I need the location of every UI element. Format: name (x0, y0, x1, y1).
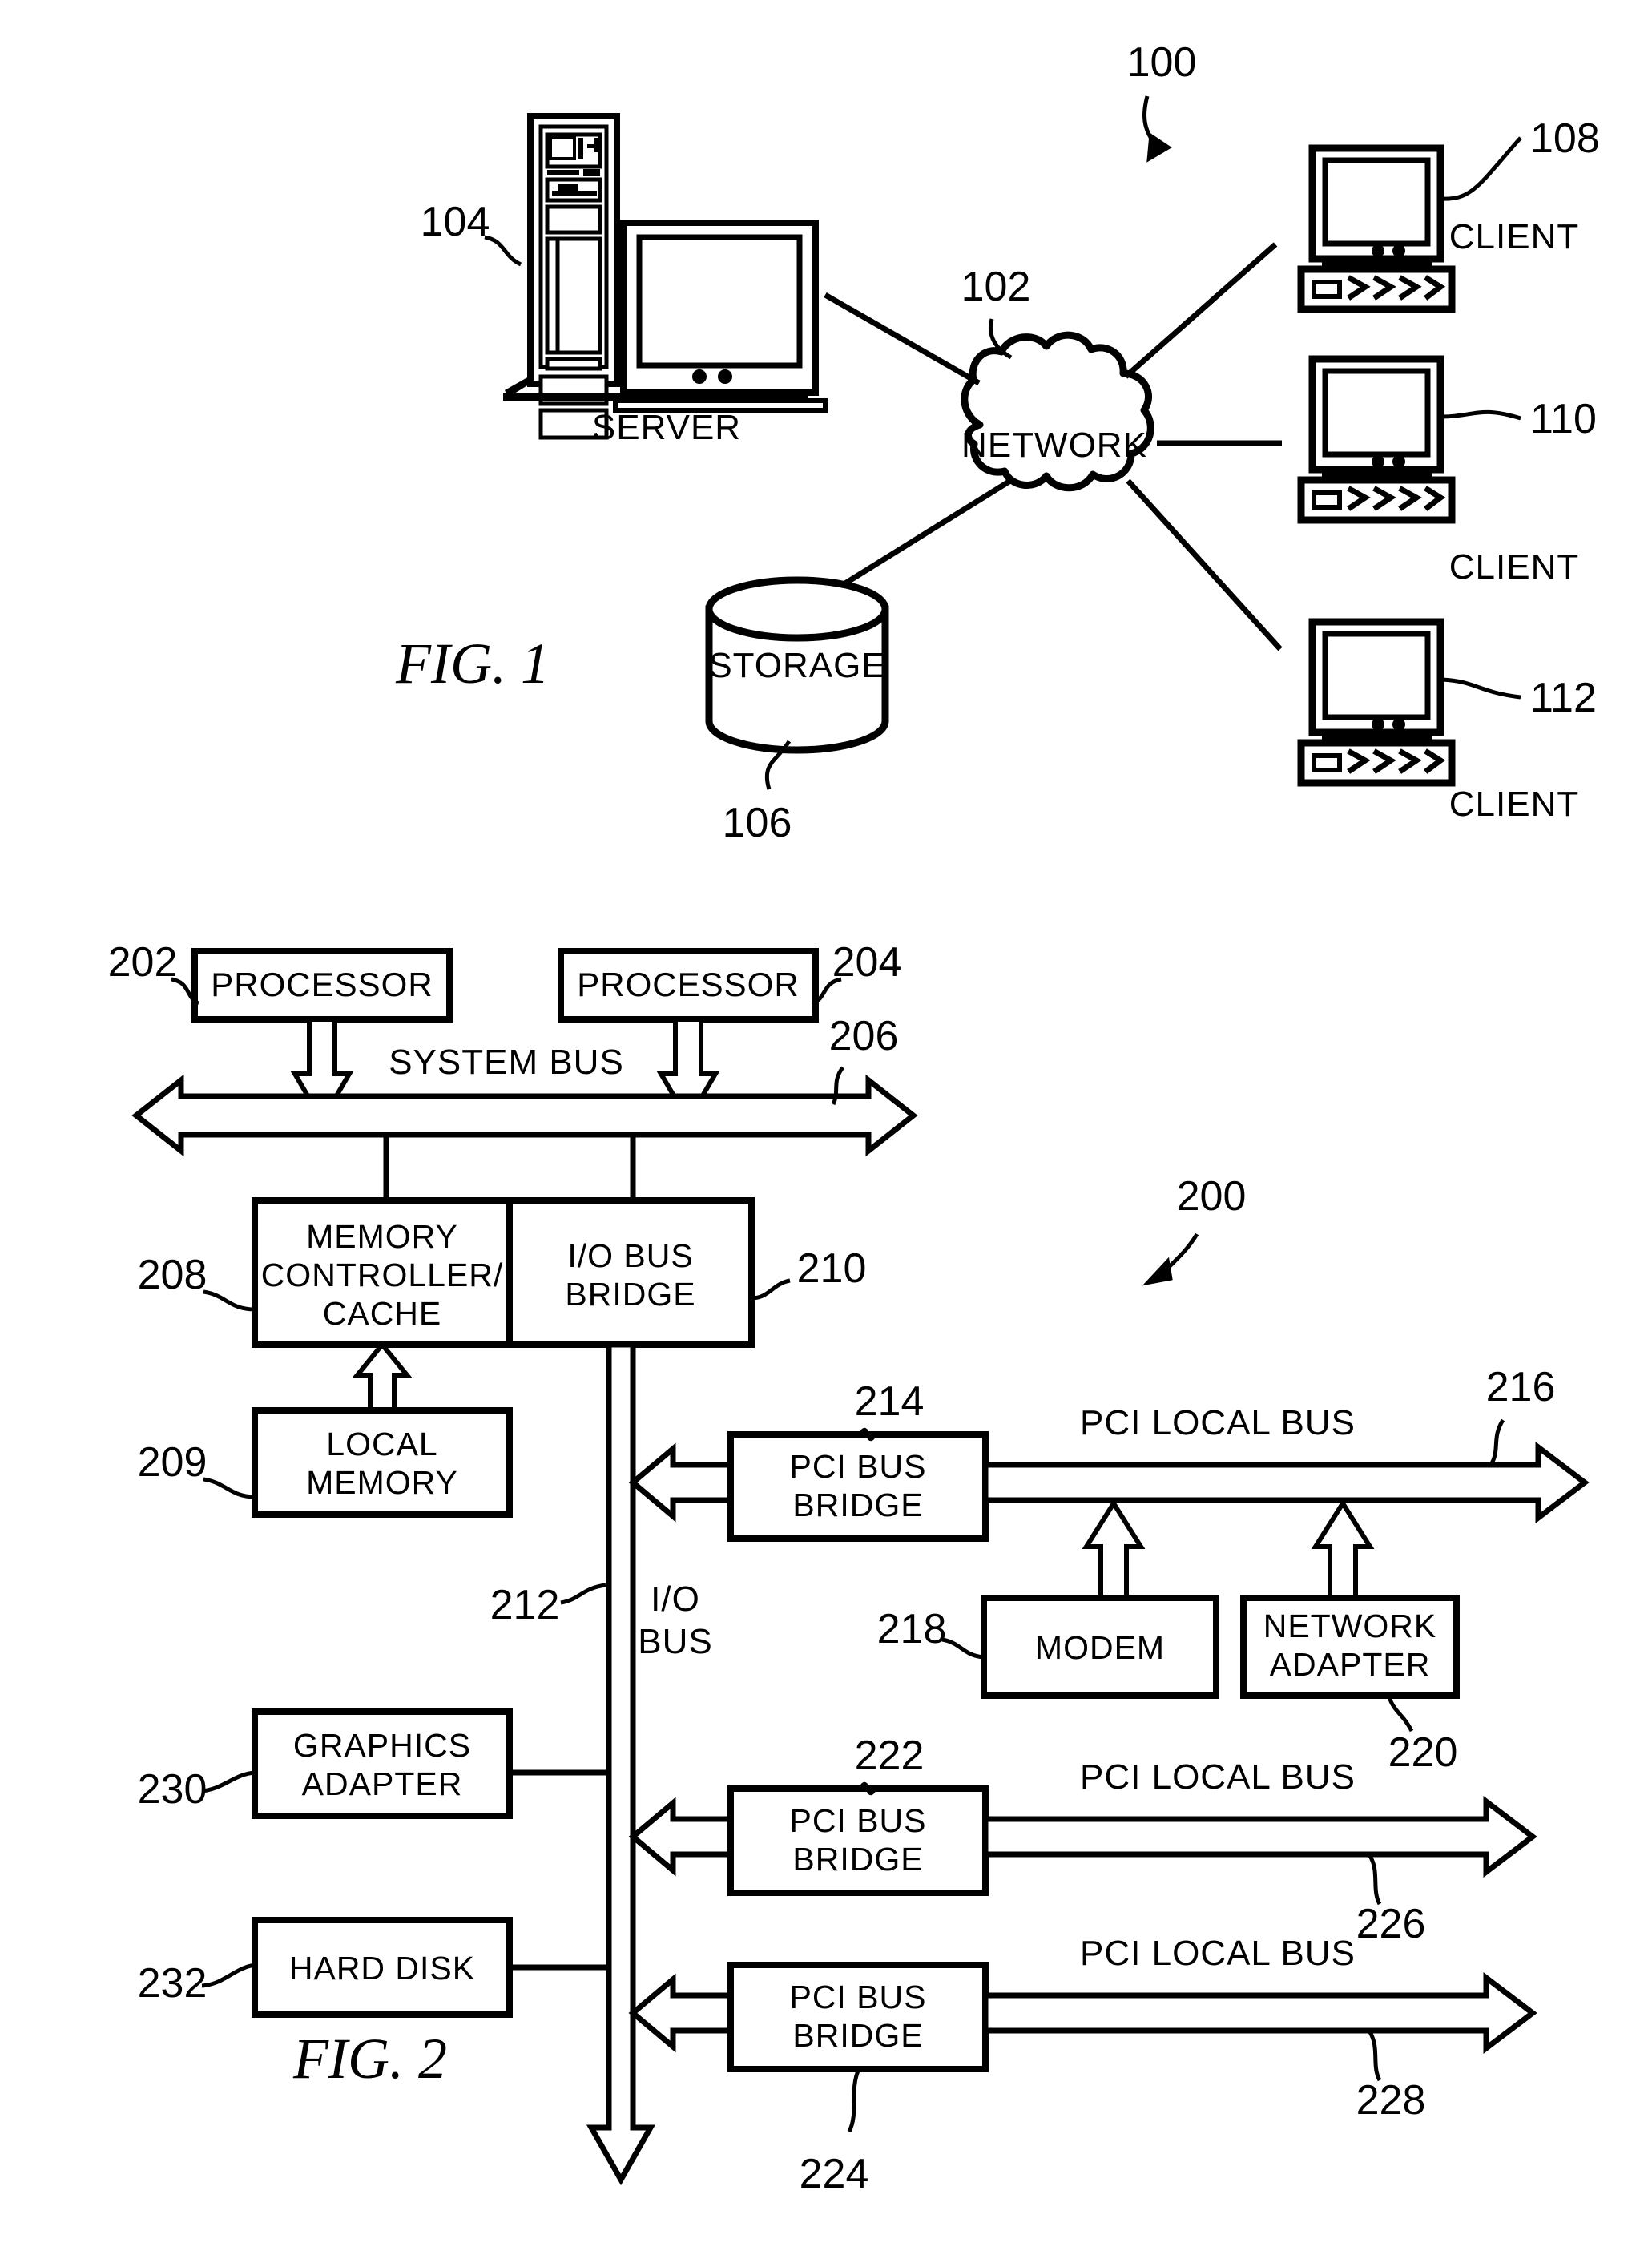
client-110-caption: CLIENT (1449, 547, 1579, 587)
pci-local-bus-216-label: PCI LOCAL BUS (1080, 1403, 1356, 1442)
pci-bridge-222-ref: 222 (855, 1733, 925, 1779)
memory-controller-line2: CONTROLLER/ (261, 1257, 504, 1293)
io-bus-ref: 212 (490, 1582, 560, 1628)
pci-bridge-224-ref: 224 (800, 2151, 869, 2197)
network-adapter-ref: 220 (1388, 1729, 1458, 1776)
hard-disk-ref: 232 (138, 1960, 208, 2007)
pci-bridge-214-line2: BRIDGE (792, 1487, 923, 1523)
client-108-ref: 108 (1530, 115, 1600, 162)
io-bus-label-line2: BUS (638, 1622, 712, 1661)
pci-bridge-214-ref: 214 (855, 1378, 925, 1425)
graphics-adapter-line1: GRAPHICS (293, 1727, 471, 1764)
io-bus-label-line1: I/O (651, 1579, 700, 1619)
modem-label: MODEM (1035, 1629, 1165, 1666)
graphics-adapter-line2: ADAPTER (302, 1765, 463, 1802)
client-112-ref: 112 (1530, 675, 1597, 721)
pci-bridge-222-line2: BRIDGE (792, 1841, 923, 1878)
fig2-system-ref: 200 (1177, 1173, 1247, 1220)
pci-bridge-224-line2: BRIDGE (792, 2017, 923, 2054)
pci-bridge-224-line1: PCI BUS (789, 1979, 926, 2015)
pci-local-bus-226-label: PCI LOCAL BUS (1080, 1757, 1356, 1797)
network-cloud-icon (961, 331, 1154, 492)
network-caption: NETWORK (961, 426, 1147, 465)
figure-2-label: FIG. 2 (292, 2027, 447, 2091)
memory-controller-line3: CACHE (323, 1295, 442, 1332)
network-ref: 102 (961, 264, 1031, 310)
pci-local-bus-228-ref: 228 (1356, 2077, 1426, 2124)
processor-202-ref: 202 (108, 939, 178, 986)
network-adapter-line1: NETWORK (1263, 1608, 1437, 1644)
memory-controller-ref: 208 (138, 1252, 208, 1298)
client-icon-110 (1297, 355, 1456, 524)
server-caption: SERVER (592, 408, 741, 447)
network-adapter-line2: ADAPTER (1270, 1646, 1431, 1683)
server-ref: 104 (421, 199, 490, 245)
graphics-adapter-ref: 230 (138, 1766, 208, 1813)
storage-ref: 106 (723, 800, 792, 846)
client-110-ref: 110 (1530, 396, 1597, 442)
pci-local-bus-216-ref: 216 (1486, 1364, 1556, 1410)
local-memory-line2: MEMORY (306, 1464, 458, 1501)
local-memory-ref: 209 (138, 1439, 208, 1486)
hard-disk-label: HARD DISK (289, 1950, 475, 1987)
system-bus-ref: 206 (829, 1013, 899, 1059)
io-bus-bridge-line1: I/O BUS (567, 1237, 693, 1274)
system-bus-label: SYSTEM BUS (389, 1043, 624, 1082)
memory-controller-line1: MEMORY (306, 1218, 458, 1255)
figure-1-label: FIG. 1 (395, 631, 550, 696)
fig1-system-ref: 100 (1127, 39, 1197, 86)
processor-204-ref: 204 (832, 939, 902, 986)
pci-bridge-214-line1: PCI BUS (789, 1448, 926, 1485)
processor-204-label: PROCESSOR (577, 966, 799, 1003)
storage-caption: STORAGE (708, 646, 885, 685)
modem-ref: 218 (877, 1606, 947, 1652)
client-108-caption: CLIENT (1449, 217, 1579, 256)
io-bus-bridge-ref: 210 (797, 1245, 867, 1292)
client-icon-108 (1297, 144, 1456, 313)
local-memory-line1: LOCAL (326, 1426, 437, 1462)
pci-local-bus-226-ref: 226 (1356, 1901, 1426, 1947)
client-112-caption: CLIENT (1449, 785, 1579, 824)
processor-202-label: PROCESSOR (211, 966, 433, 1003)
client-icon-112 (1297, 618, 1456, 787)
pci-local-bus-228-label: PCI LOCAL BUS (1080, 1934, 1356, 1973)
pci-bridge-222-line1: PCI BUS (789, 1802, 926, 1839)
patent-drawing-sheet: 100 SERVER 104 NETWORK 102 STORAGE 106 C… (0, 0, 1652, 2259)
io-bus-bridge-line2: BRIDGE (565, 1276, 695, 1313)
